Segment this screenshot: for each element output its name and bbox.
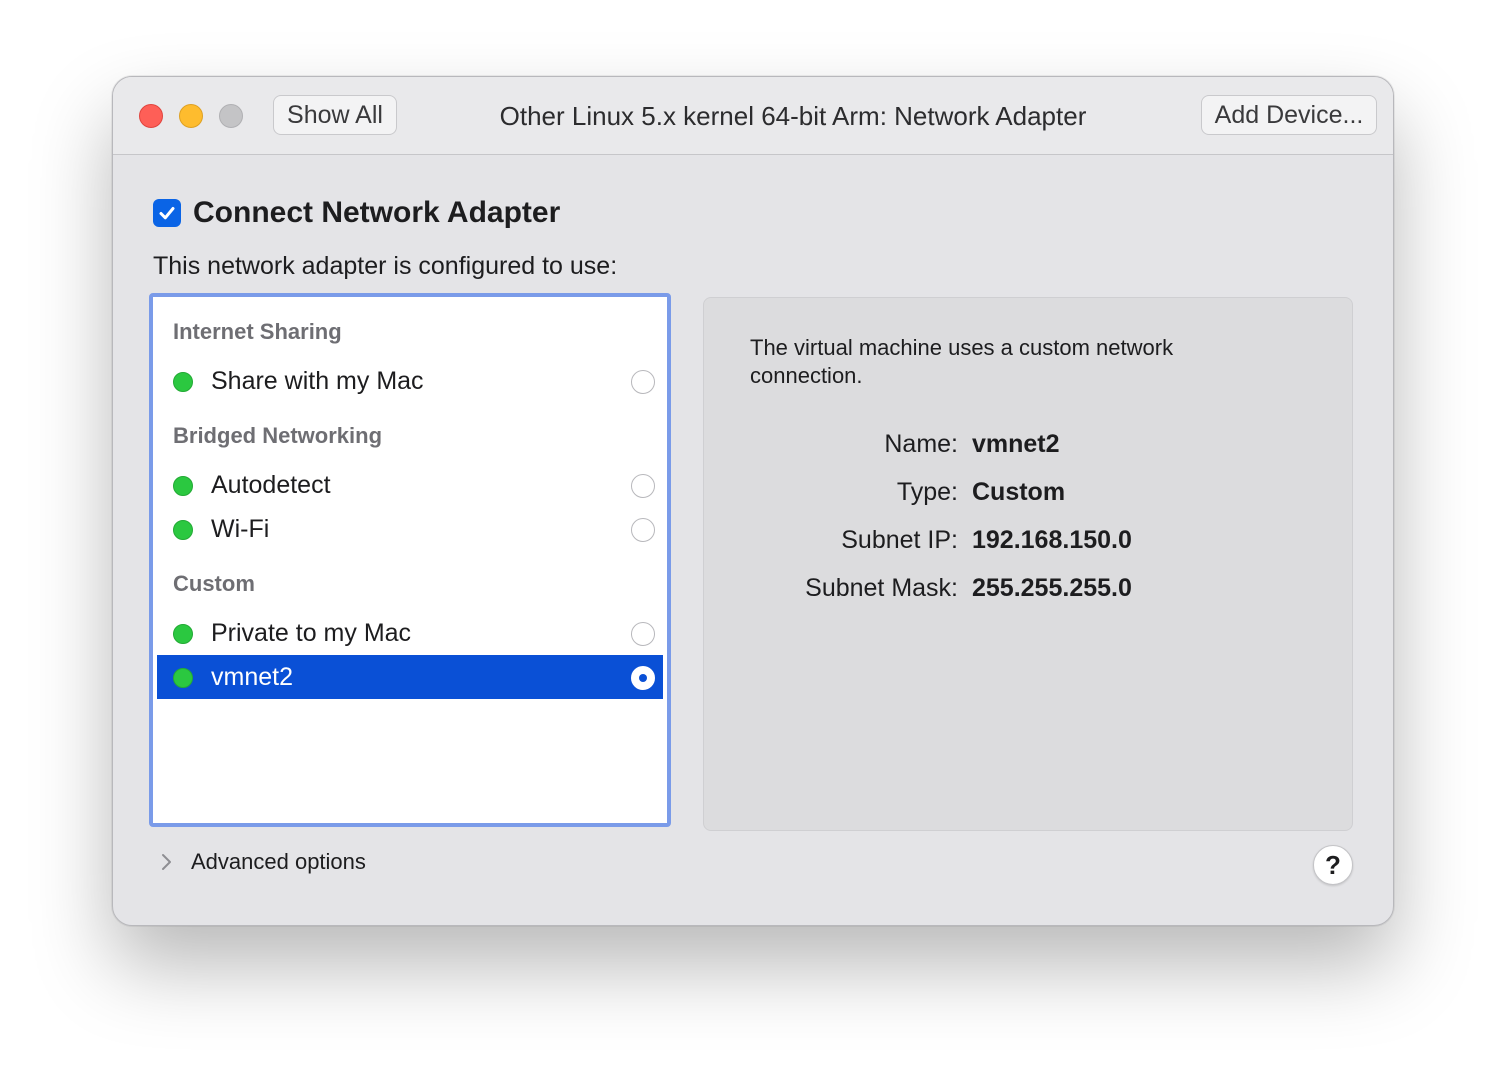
section-header-bridged-networking: Bridged Networking: [173, 423, 383, 448]
network-adapter-window: Show All Other Linux 5.x kernel 64-bit A…: [112, 76, 1394, 926]
info-value: vmnet2: [972, 430, 1060, 458]
add-device-button[interactable]: Add Device...: [1201, 95, 1377, 135]
close-window-button[interactable]: [139, 104, 163, 128]
info-key: Type:: [896, 478, 958, 506]
info-value: 255.255.255.0: [972, 574, 1132, 602]
info-key: Subnet Mask:: [805, 574, 958, 602]
help-button[interactable]: ?: [1313, 845, 1353, 885]
list-item-label: Private to my Mac: [211, 619, 412, 647]
section-header-custom: Custom: [173, 571, 255, 596]
list-item-label: Autodetect: [211, 471, 331, 499]
window-title: Other Linux 5.x kernel 64-bit Arm: Netwo…: [499, 101, 1087, 131]
show-all-button[interactable]: Show All: [273, 95, 397, 135]
radio-button[interactable]: [631, 474, 655, 498]
list-item-label: Share with my Mac: [211, 367, 424, 395]
list-item-vmnet2[interactable]: vmnet2: [157, 655, 663, 699]
connect-network-adapter-label[interactable]: Connect Network Adapter: [193, 193, 560, 233]
minimize-window-button[interactable]: [179, 104, 203, 128]
status-dot-icon: [173, 624, 193, 644]
checkmark-icon: [159, 207, 175, 220]
list-item-share-with-my-mac[interactable]: Share with my Mac: [157, 359, 663, 403]
radio-dot-icon: [639, 674, 647, 682]
list-item-label: vmnet2: [211, 663, 293, 691]
connection-info-panel: The virtual machine uses a custom networ…: [703, 297, 1353, 831]
info-row-name: Name: vmnet2: [704, 424, 1354, 464]
list-item-autodetect[interactable]: Autodetect: [157, 463, 663, 507]
info-value: 192.168.150.0: [972, 526, 1132, 554]
configured-to-use-label: This network adapter is configured to us…: [153, 252, 618, 280]
info-row-subnet-mask: Subnet Mask: 255.255.255.0: [704, 568, 1354, 608]
info-row-subnet-ip: Subnet IP: 192.168.150.0: [704, 520, 1354, 560]
network-connection-list[interactable]: Internet Sharing Share with my Mac Bridg…: [149, 293, 671, 827]
connect-network-adapter-checkbox[interactable]: [153, 199, 181, 227]
info-row-type: Type: Custom: [704, 472, 1354, 512]
radio-button[interactable]: [631, 518, 655, 542]
info-key: Subnet IP:: [841, 526, 958, 554]
status-dot-icon: [173, 372, 193, 392]
zoom-window-button[interactable]: [219, 104, 243, 128]
list-item-private-to-my-mac[interactable]: Private to my Mac: [157, 611, 663, 655]
chevron-right-icon: [162, 854, 171, 870]
list-item-label: Wi-Fi: [211, 515, 270, 543]
radio-button[interactable]: [631, 622, 655, 646]
radio-button[interactable]: [631, 370, 655, 394]
status-dot-icon: [173, 476, 193, 496]
section-header-internet-sharing: Internet Sharing: [173, 319, 342, 344]
advanced-options-label: Advanced options: [191, 849, 366, 874]
radio-button-selected[interactable]: [631, 666, 655, 690]
info-key: Name:: [884, 430, 958, 458]
connection-description: The virtual machine uses a custom networ…: [750, 335, 1174, 388]
title-bar: Show All Other Linux 5.x kernel 64-bit A…: [113, 77, 1393, 155]
info-value: Custom: [972, 478, 1066, 506]
status-dot-icon: [173, 520, 193, 540]
status-dot-icon: [173, 668, 193, 688]
advanced-options-disclosure[interactable]: Advanced options: [157, 845, 366, 879]
list-item-wi-fi[interactable]: Wi-Fi: [157, 507, 663, 551]
